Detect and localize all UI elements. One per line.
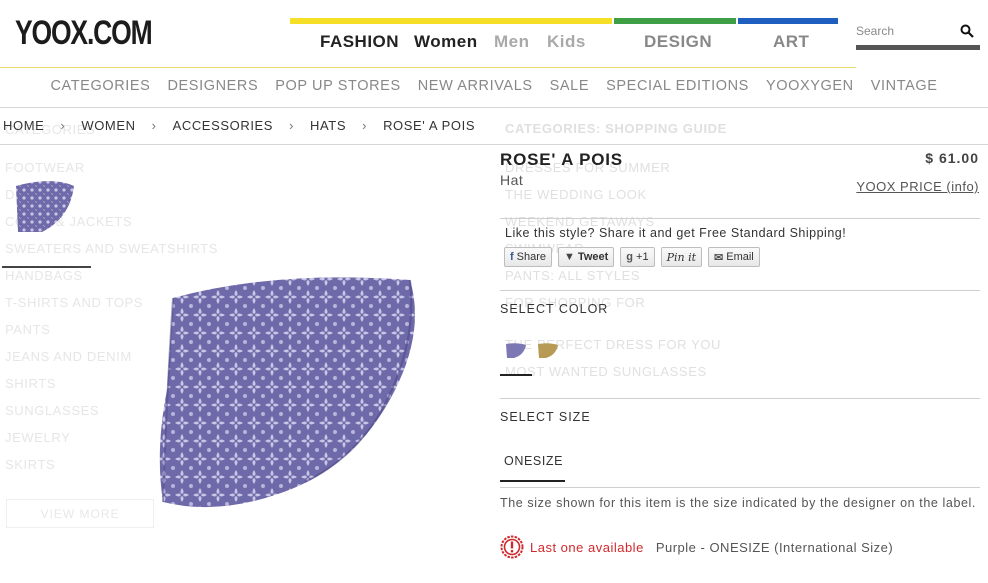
alert-icon bbox=[500, 535, 524, 559]
breadcrumb: HOME › WOMEN › ACCESSORIES › HATS › ROSE… bbox=[3, 118, 475, 133]
product-category: Hat bbox=[500, 172, 524, 188]
catnav-designers[interactable]: DESIGNERS bbox=[159, 78, 267, 94]
availability-detail: Purple - ONESIZE (International Size) bbox=[655, 539, 894, 555]
bg-guide-item: CATEGORIES: SHOPPING GUIDE bbox=[505, 121, 727, 136]
select-size-label: SELECT SIZE bbox=[500, 410, 591, 424]
bg-menu-item: SUNGLASSES bbox=[5, 403, 100, 418]
nav-kids[interactable]: Kids bbox=[547, 32, 586, 52]
divider bbox=[500, 398, 980, 399]
design-color-bar bbox=[614, 18, 736, 24]
breadcrumb-women[interactable]: WOMEN bbox=[81, 118, 135, 133]
email-share-label: Email bbox=[726, 251, 754, 263]
bg-menu-item: SKIRTS bbox=[5, 457, 56, 472]
tweet-label: Tweet bbox=[577, 251, 609, 263]
bg-menu-item: SWEATERS AND SWEATSHIRTS bbox=[5, 241, 219, 256]
bg-menu-item: T-SHIRTS AND TOPS bbox=[5, 295, 144, 310]
catnav-vintage[interactable]: VINTAGE bbox=[862, 78, 946, 94]
bg-guide-item: PANTS: ALL STYLES bbox=[505, 268, 641, 283]
bg-guide-item: THE WEDDING LOOK bbox=[505, 187, 647, 202]
share-prompt: Like this style? Share it and get Free S… bbox=[505, 226, 847, 240]
email-icon: ✉ bbox=[714, 251, 724, 264]
header-divider bbox=[0, 67, 856, 68]
bg-guide-item: MOST WANTED SUNGLASSES bbox=[505, 364, 707, 379]
catnav-pop-up-stores[interactable]: POP UP STORES bbox=[267, 78, 409, 94]
availability-status: Last one available bbox=[530, 539, 644, 555]
availability-row: Last one available Purple - ONESIZE (Int… bbox=[500, 535, 893, 559]
top-navigation: FASHION Women Men Kids DESIGN ART bbox=[290, 18, 838, 68]
divider bbox=[500, 290, 980, 291]
size-option-onesize[interactable]: ONESIZE bbox=[504, 454, 563, 468]
bg-view-more: VIEW MORE bbox=[6, 499, 154, 528]
bg-menu-item: JEWELRY bbox=[5, 430, 71, 445]
fashion-color-bar bbox=[290, 18, 612, 24]
search-input[interactable] bbox=[856, 24, 956, 38]
nav-fashion[interactable]: FASHION bbox=[320, 32, 399, 52]
product-price: $ 61.00 bbox=[925, 150, 979, 166]
breadcrumb-divider bbox=[0, 144, 988, 145]
catnav-sale[interactable]: SALE bbox=[541, 78, 597, 94]
bg-menu-item: HANDBAGS bbox=[5, 268, 83, 283]
size-note: The size shown for this item is the size… bbox=[500, 496, 977, 510]
product-image[interactable] bbox=[155, 270, 420, 515]
catnav-yooxygen[interactable]: YOOXYGEN bbox=[757, 78, 862, 94]
catnav-categories[interactable]: CATEGORIES bbox=[42, 78, 159, 94]
email-share-button[interactable]: ✉ Email bbox=[708, 247, 760, 267]
bg-menu-item: SHIRTS bbox=[5, 376, 57, 391]
divider bbox=[500, 218, 980, 219]
search-box bbox=[856, 22, 980, 50]
facebook-share-label: Share bbox=[516, 251, 547, 263]
color-swatch-purple[interactable] bbox=[505, 342, 527, 360]
divider bbox=[500, 487, 980, 488]
bg-menu-item: FOOTWEAR bbox=[5, 160, 85, 175]
art-color-bar bbox=[738, 18, 838, 24]
share-buttons: f Share ▼ Tweet g +1 Pin it ✉ Email bbox=[504, 247, 760, 267]
select-color-label: SELECT COLOR bbox=[500, 302, 609, 316]
breadcrumb-separator: › bbox=[60, 118, 66, 133]
bg-menu-item: PANTS bbox=[5, 322, 51, 337]
breadcrumb-current: ROSE' A POIS bbox=[383, 118, 476, 133]
breadcrumb-separator: › bbox=[151, 118, 157, 133]
color-swatch-gold[interactable] bbox=[537, 342, 559, 360]
price-info-link[interactable]: YOOX PRICE (info) bbox=[856, 179, 979, 194]
catnav-special-editions[interactable]: SPECIAL EDITIONS bbox=[598, 78, 758, 94]
facebook-icon: f bbox=[510, 251, 514, 263]
thumbnail-selected-indicator bbox=[2, 266, 91, 268]
product-thumbnail[interactable] bbox=[12, 178, 78, 236]
nav-art[interactable]: ART bbox=[773, 32, 809, 52]
breadcrumb-separator: › bbox=[362, 118, 368, 133]
search-icon[interactable] bbox=[960, 24, 974, 38]
twitter-icon: ▼ bbox=[564, 251, 575, 263]
nav-men[interactable]: Men bbox=[494, 32, 530, 52]
breadcrumb-hats[interactable]: HATS bbox=[310, 118, 346, 133]
nav-women[interactable]: Women bbox=[414, 32, 478, 52]
catnav-divider bbox=[0, 107, 988, 108]
pinterest-button[interactable]: Pin it bbox=[660, 247, 703, 267]
yoox-logo[interactable]: YOOX.COM bbox=[15, 14, 153, 53]
bg-menu-item: JEANS AND DENIM bbox=[5, 349, 132, 364]
breadcrumb-accessories[interactable]: ACCESSORIES bbox=[173, 118, 274, 133]
breadcrumb-home[interactable]: HOME bbox=[3, 118, 44, 133]
nav-design[interactable]: DESIGN bbox=[644, 32, 712, 52]
facebook-share-button[interactable]: f Share bbox=[504, 247, 553, 267]
pinterest-label: Pin it bbox=[666, 250, 697, 264]
catnav-new-arrivals[interactable]: NEW ARRIVALS bbox=[409, 78, 541, 94]
google-plus-button[interactable]: g +1 bbox=[620, 247, 655, 267]
google-plus-icon: g bbox=[626, 251, 634, 263]
google-plus-label: +1 bbox=[636, 251, 649, 263]
breadcrumb-separator: › bbox=[289, 118, 295, 133]
product-title: ROSE' A POIS bbox=[500, 150, 623, 169]
tweet-button[interactable]: ▼ Tweet bbox=[558, 247, 615, 267]
selected-color-indicator bbox=[500, 374, 532, 376]
selected-size-indicator bbox=[500, 480, 565, 482]
category-navigation: CATEGORIES DESIGNERS POP UP STORES NEW A… bbox=[0, 78, 988, 94]
